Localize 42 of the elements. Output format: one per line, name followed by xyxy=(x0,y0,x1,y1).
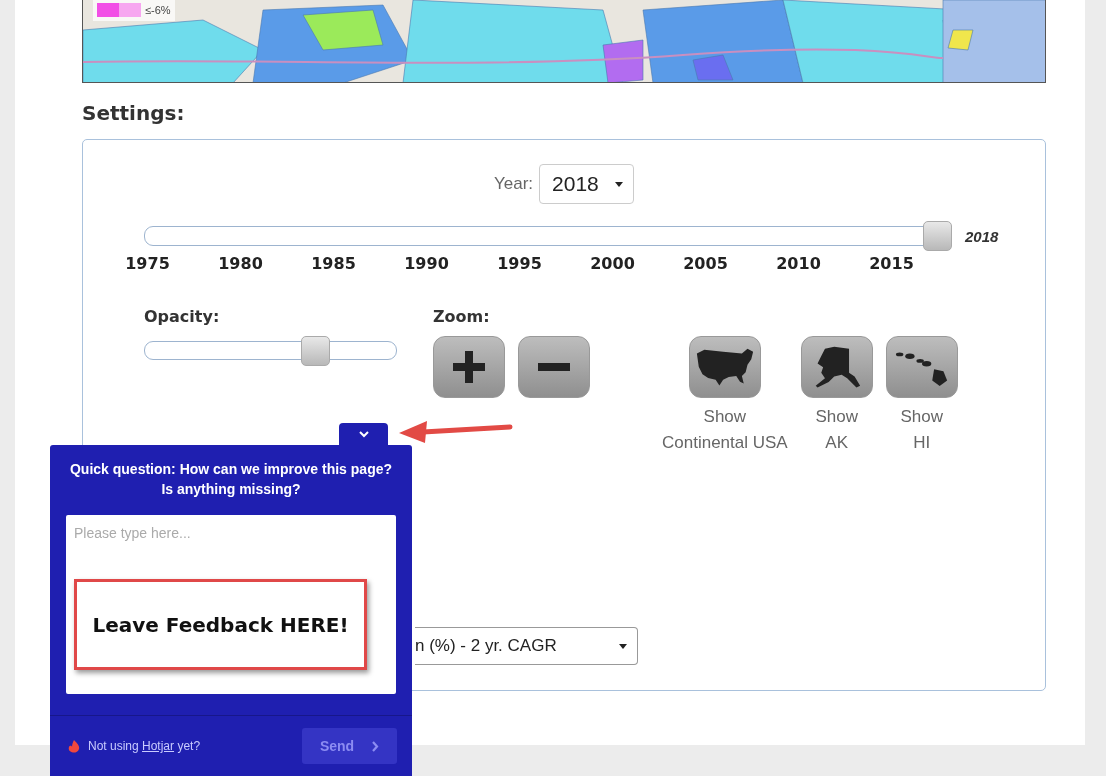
flame-icon xyxy=(68,739,80,753)
slider-thumb[interactable] xyxy=(300,336,330,366)
tick-label: 1995 xyxy=(496,254,543,273)
button-label: Show HI xyxy=(900,406,943,454)
settings-heading: Settings: xyxy=(82,101,186,125)
tick-label: 2015 xyxy=(868,254,915,273)
legend-label: ≤-6% xyxy=(145,3,171,18)
tick-label: 1975 xyxy=(124,254,171,273)
slider-thumb[interactable] xyxy=(923,221,952,251)
tick-label: 2005 xyxy=(682,254,729,273)
minus-icon xyxy=(538,363,570,371)
button-label: Show AK xyxy=(815,406,858,454)
annotation-callout: Leave Feedback HERE! xyxy=(74,579,367,670)
metric-select[interactable]: n (%) - 2 yr. CAGR xyxy=(415,627,638,665)
plus-icon xyxy=(453,351,485,383)
map-view-button[interactable] xyxy=(885,336,958,398)
opacity-label: Opacity: xyxy=(144,307,221,328)
hotjar-link[interactable]: Hotjar xyxy=(142,739,175,753)
chevron-down-icon xyxy=(358,431,369,438)
button-label: Show Continental USA xyxy=(662,406,788,454)
year-slider[interactable] xyxy=(144,221,952,251)
footer-text: Not using Hotjar yet? xyxy=(88,738,201,755)
opacity-slider[interactable] xyxy=(144,336,397,366)
zoom-in-button[interactable] xyxy=(433,336,505,398)
tick-label: 1990 xyxy=(403,254,450,273)
feedback-question: Quick question: How can we improve this page? Is anything missing? xyxy=(68,460,394,499)
caret-icon xyxy=(615,181,624,187)
map-view-button[interactable] xyxy=(688,336,761,398)
tick-label: 2000 xyxy=(589,254,636,273)
year-reading: 2018 xyxy=(965,227,999,245)
year-select[interactable]: 2018 xyxy=(539,164,635,204)
map-view-button[interactable] xyxy=(800,336,873,398)
tick-label: 1985 xyxy=(310,254,357,273)
tick-label: 2010 xyxy=(775,254,822,273)
year-label: Year: xyxy=(493,173,534,196)
zoom-out-button[interactable] xyxy=(518,336,590,398)
zoom-label: Zoom: xyxy=(433,307,491,328)
chevron-right-icon xyxy=(372,740,380,752)
caret-icon xyxy=(619,643,627,649)
tick-label: 1980 xyxy=(217,254,264,273)
usa-map-icon xyxy=(694,346,755,388)
collapse-button[interactable] xyxy=(339,423,388,446)
